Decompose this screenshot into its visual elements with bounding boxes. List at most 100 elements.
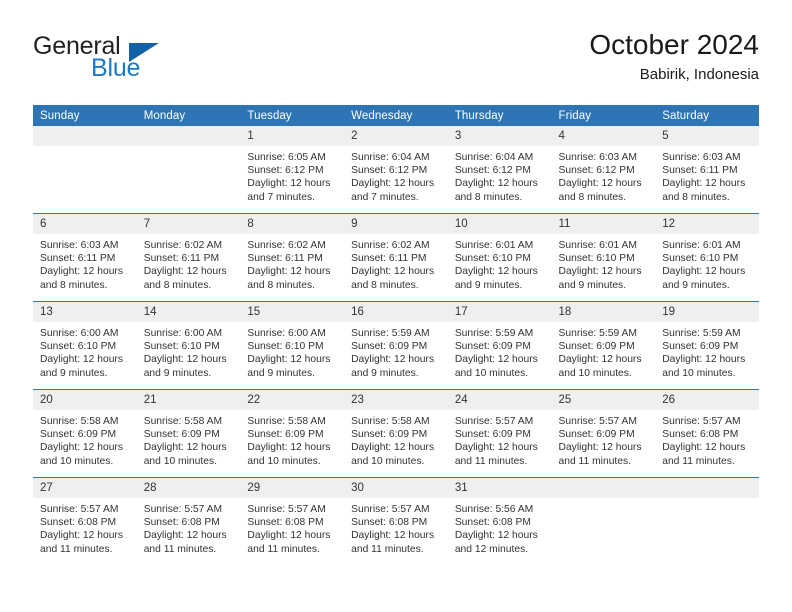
weekday-header-monday: Monday xyxy=(136,105,241,126)
daylight-duration-line2: and 7 minutes. xyxy=(351,191,419,203)
calendar-day-cell[interactable]: 30 Sunrise: 5:57 AM Sunset: 6:08 PM Dayligh… xyxy=(344,477,448,565)
sunset-time: Sunset: 6:10 PM xyxy=(558,253,635,265)
calendar-day-cell[interactable]: 3 Sunrise: 6:04 AM Sunset: 6:12 PM Daylight… xyxy=(447,126,552,214)
daylight-duration-line1: Daylight: 12 hours xyxy=(351,530,435,542)
daylight-duration-line1: Daylight: 12 hours xyxy=(40,442,123,454)
sunset-time: Sunset: 6:10 PM xyxy=(662,253,739,265)
day-number xyxy=(551,478,656,498)
daylight-duration-line2: and 8 minutes. xyxy=(662,191,730,203)
day-number: 17 xyxy=(447,302,552,322)
day-info: Sunrise: 5:58 AM Sunset: 6:09 PM Daylight:… xyxy=(240,410,344,468)
daylight-duration-line1: Daylight: 12 hours xyxy=(454,354,538,366)
calendar-day-cell[interactable]: 12 Sunrise: 6:01 AM Sunset: 6:10 PM Dayligh… xyxy=(655,213,759,302)
day-number: 3 xyxy=(447,126,552,146)
sunset-time: Sunset: 6:11 PM xyxy=(351,253,427,265)
calendar-day-cell[interactable]: 28 Sunrise: 5:57 AM Sunset: 6:08 PM Dayligh… xyxy=(136,477,241,565)
sunrise-time: Sunrise: 5:58 AM xyxy=(143,416,223,427)
day-number: 4 xyxy=(551,126,656,146)
daylight-duration-line1: Daylight: 12 hours xyxy=(40,266,123,278)
daylight-duration-line1: Daylight: 12 hours xyxy=(143,266,227,278)
day-info: Sunrise: 6:01 AM Sunset: 6:10 PM Daylight:… xyxy=(655,234,759,292)
day-number: 29 xyxy=(240,478,345,498)
daylight-duration-line1: Daylight: 12 hours xyxy=(40,354,123,366)
calendar-day-cell[interactable]: 23 Sunrise: 5:58 AM Sunset: 6:09 PM Dayligh… xyxy=(344,389,448,478)
calendar-day-cell[interactable]: 11 Sunrise: 6:01 AM Sunset: 6:10 PM Dayligh… xyxy=(551,213,656,302)
daylight-duration-line2: and 9 minutes. xyxy=(143,367,212,379)
calendar-day-cell[interactable]: 15 Sunrise: 6:00 AM Sunset: 6:10 PM Dayligh… xyxy=(240,301,345,390)
day-number: 24 xyxy=(447,390,552,410)
calendar-day-cell[interactable]: 5 Sunrise: 6:03 AM Sunset: 6:11 PM Daylight… xyxy=(655,126,759,214)
calendar-day-cell[interactable]: 22 Sunrise: 5:58 AM Sunset: 6:09 PM Dayligh… xyxy=(240,389,345,478)
calendar-day-cell[interactable]: 21 Sunrise: 5:58 AM Sunset: 6:09 PM Dayligh… xyxy=(136,389,241,478)
sunset-time: Sunset: 6:09 PM xyxy=(662,341,739,353)
calendar-day-cell[interactable]: 9 Sunrise: 6:02 AM Sunset: 6:11 PM Daylight… xyxy=(344,213,448,302)
daylight-duration-line2: and 11 minutes. xyxy=(40,543,113,555)
sunrise-time: Sunrise: 6:00 AM xyxy=(247,328,326,339)
calendar-day-cell-empty xyxy=(551,477,656,565)
page-title: October 2024 xyxy=(589,29,759,60)
daylight-duration-line1: Daylight: 12 hours xyxy=(558,442,642,454)
sunrise-sunset-calendar: Sunday Monday Tuesday Wednesday Thursday… xyxy=(33,105,759,565)
calendar-day-cell[interactable]: 19 Sunrise: 5:59 AM Sunset: 6:09 PM Dayligh… xyxy=(655,301,759,390)
sunrise-time: Sunrise: 6:00 AM xyxy=(40,328,119,339)
calendar-body: 1 Sunrise: 6:05 AM Sunset: 6:12 PM Daylight… xyxy=(33,126,759,565)
weekday-header-wednesday: Wednesday xyxy=(344,105,448,126)
sunrise-time: Sunrise: 5:57 AM xyxy=(351,504,430,515)
calendar-day-cell[interactable]: 18 Sunrise: 5:59 AM Sunset: 6:09 PM Dayligh… xyxy=(551,301,656,390)
calendar-day-cell[interactable]: 27 Sunrise: 5:57 AM Sunset: 6:08 PM Dayligh… xyxy=(33,477,137,565)
sunrise-time: Sunrise: 6:04 AM xyxy=(351,152,430,163)
daylight-duration-line2: and 11 minutes. xyxy=(143,543,217,555)
calendar-day-cell[interactable]: 1 Sunrise: 6:05 AM Sunset: 6:12 PM Daylight… xyxy=(240,126,345,214)
daylight-duration-line1: Daylight: 12 hours xyxy=(662,266,746,278)
daylight-duration-line2: and 9 minutes. xyxy=(40,367,108,379)
calendar-day-cell[interactable]: 20 Sunrise: 5:58 AM Sunset: 6:09 PM Dayligh… xyxy=(33,389,137,478)
general-blue-logo: General Blue xyxy=(33,32,253,94)
daylight-duration-line2: and 8 minutes. xyxy=(351,279,419,291)
sunrise-time: Sunrise: 5:59 AM xyxy=(351,328,430,339)
day-info: Sunrise: 6:00 AM Sunset: 6:10 PM Daylight:… xyxy=(33,322,137,380)
calendar-day-cell[interactable]: 25 Sunrise: 5:57 AM Sunset: 6:09 PM Dayligh… xyxy=(551,389,656,478)
sunset-time: Sunset: 6:08 PM xyxy=(247,517,324,529)
sunset-time: Sunset: 6:10 PM xyxy=(247,341,324,353)
daylight-duration-line2: and 10 minutes. xyxy=(351,455,425,467)
daylight-duration-line2: and 8 minutes. xyxy=(40,279,108,291)
sunrise-time: Sunrise: 5:59 AM xyxy=(662,328,741,339)
day-number: 10 xyxy=(447,214,552,234)
weekday-header-row: Sunday Monday Tuesday Wednesday Thursday… xyxy=(33,105,759,126)
sunrise-time: Sunrise: 6:03 AM xyxy=(558,152,637,163)
calendar-day-cell[interactable]: 29 Sunrise: 5:57 AM Sunset: 6:08 PM Dayligh… xyxy=(240,477,345,565)
calendar-day-cell[interactable]: 2 Sunrise: 6:04 AM Sunset: 6:12 PM Daylight… xyxy=(344,126,448,214)
calendar-day-cell[interactable]: 13 Sunrise: 6:00 AM Sunset: 6:10 PM Dayligh… xyxy=(33,301,137,390)
daylight-duration-line1: Daylight: 12 hours xyxy=(351,354,435,366)
day-number: 13 xyxy=(33,302,137,322)
calendar-day-cell[interactable]: 4 Sunrise: 6:03 AM Sunset: 6:12 PM Daylight… xyxy=(551,126,656,214)
day-number: 8 xyxy=(240,214,345,234)
weekday-header-friday: Friday xyxy=(551,105,656,126)
calendar-day-cell[interactable]: 26 Sunrise: 5:57 AM Sunset: 6:08 PM Dayligh… xyxy=(655,389,759,478)
sunset-time: Sunset: 6:08 PM xyxy=(40,517,117,529)
day-number: 7 xyxy=(136,214,241,234)
calendar-day-cell[interactable]: 7 Sunrise: 6:02 AM Sunset: 6:11 PM Daylight… xyxy=(136,213,241,302)
day-number: 31 xyxy=(447,478,552,498)
weekday-header-sunday: Sunday xyxy=(33,105,137,126)
sunrise-time: Sunrise: 6:05 AM xyxy=(247,152,326,163)
calendar-day-cell[interactable]: 6 Sunrise: 6:03 AM Sunset: 6:11 PM Daylight… xyxy=(33,213,137,302)
calendar-day-cell[interactable]: 17 Sunrise: 5:59 AM Sunset: 6:09 PM Dayligh… xyxy=(447,301,552,390)
sunset-time: Sunset: 6:12 PM xyxy=(247,165,324,177)
day-number: 26 xyxy=(655,390,759,410)
sunset-time: Sunset: 6:09 PM xyxy=(558,341,635,353)
calendar-day-cell[interactable]: 14 Sunrise: 6:00 AM Sunset: 6:10 PM Dayligh… xyxy=(136,301,241,390)
calendar-day-cell[interactable]: 8 Sunrise: 6:02 AM Sunset: 6:11 PM Daylight… xyxy=(240,213,345,302)
daylight-duration-line2: and 8 minutes. xyxy=(558,191,627,203)
sunrise-time: Sunrise: 6:02 AM xyxy=(143,240,223,251)
calendar-day-cell[interactable]: 31 Sunrise: 5:56 AM Sunset: 6:08 PM Dayligh… xyxy=(447,477,552,565)
day-info: Sunrise: 5:59 AM Sunset: 6:09 PM Daylight:… xyxy=(552,322,656,380)
sunrise-time: Sunrise: 6:02 AM xyxy=(247,240,326,251)
calendar-day-cell[interactable]: 24 Sunrise: 5:57 AM Sunset: 6:09 PM Dayligh… xyxy=(447,389,552,478)
sunrise-time: Sunrise: 6:03 AM xyxy=(662,152,741,163)
calendar-page: General Blue October 2024 Babirik, Indon… xyxy=(0,0,792,612)
day-info: Sunrise: 6:03 AM Sunset: 6:11 PM Daylight:… xyxy=(655,146,759,204)
daylight-duration-line2: and 10 minutes. xyxy=(558,367,632,379)
calendar-day-cell[interactable]: 10 Sunrise: 6:01 AM Sunset: 6:10 PM Dayligh… xyxy=(447,213,552,302)
calendar-day-cell[interactable]: 16 Sunrise: 5:59 AM Sunset: 6:09 PM Dayligh… xyxy=(344,301,448,390)
